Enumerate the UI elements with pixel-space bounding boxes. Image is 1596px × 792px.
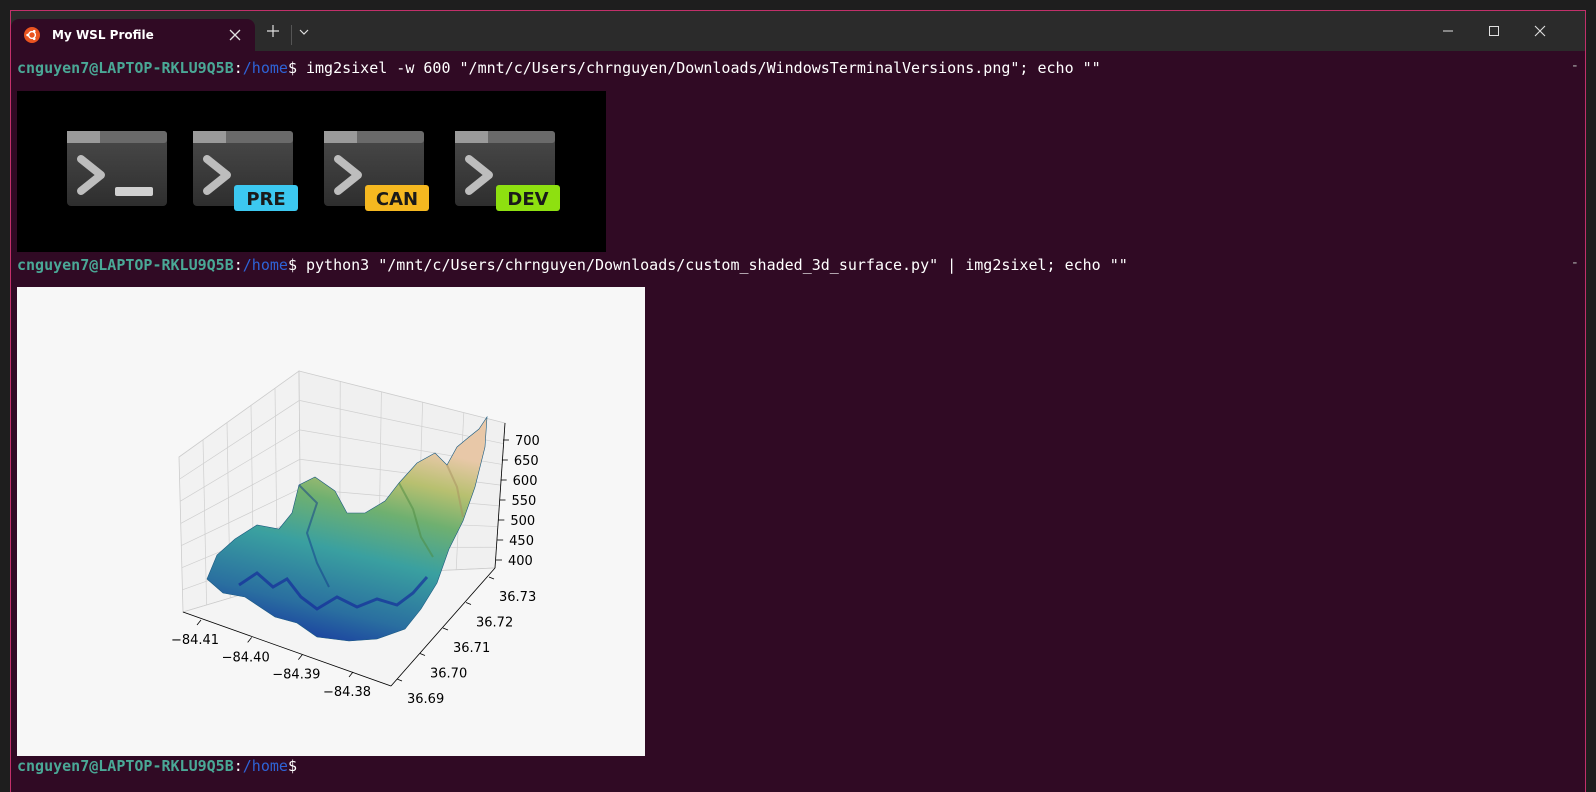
command-text: python3 "/mnt/c/Users/chrnguyen/Download…: [296, 256, 1128, 274]
x-tick-mark: [196, 619, 202, 626]
x-tick-label: −84.40: [222, 650, 270, 665]
x-tick-label: −84.41: [171, 633, 219, 648]
surface-plot-image: −84.41 −84.40 −84.39 −84.38 36.69 36.70 36.71…: [17, 287, 645, 756]
prompt-dollar: $: [287, 757, 297, 775]
badge-dev: DEV: [507, 189, 548, 210]
y-tick-label: 36.71: [453, 641, 490, 656]
tab-my-wsl-profile[interactable]: My WSL Profile: [11, 19, 255, 51]
minimize-button[interactable]: [1425, 11, 1471, 51]
scroll-mark: -: [1570, 255, 1579, 271]
z-tick-label: 550: [512, 494, 537, 509]
prompt-colon: :: [233, 757, 243, 775]
prompt-colon: :: [233, 59, 243, 77]
maximize-button[interactable]: [1471, 11, 1517, 51]
command-line-3: cnguyen7@LAPTOP-RKLU9Q5B:/home$: [17, 756, 297, 776]
y-tick-label: 36.70: [430, 667, 467, 682]
terminal-canary-icon: CAN: [324, 131, 429, 211]
prompt-path: /home: [242, 59, 288, 77]
command-text: img2sixel -w 600 "/mnt/c/Users/chrnguyen…: [296, 59, 1101, 77]
chevron-down-icon[interactable]: [296, 24, 312, 40]
badge-pre: PRE: [246, 189, 285, 210]
prompt-colon: :: [233, 256, 243, 274]
minimize-icon: [1443, 30, 1453, 32]
y-tick-label: 36.73: [499, 590, 536, 605]
prompt-user-host: cnguyen7@LAPTOP-RKLU9Q5B: [17, 59, 234, 77]
terminal-dev-icon: DEV: [455, 131, 560, 211]
z-tick-label: 450: [509, 534, 534, 549]
terminal-app-icon: [67, 131, 167, 206]
new-tab-icon[interactable]: [265, 23, 281, 39]
maximize-icon: [1489, 26, 1499, 36]
y-tick-label: 36.69: [407, 692, 444, 707]
badge-can: CAN: [376, 189, 418, 210]
x-tick-mark: [247, 637, 252, 643]
close-icon: [1534, 25, 1546, 37]
terminal-versions-image: PRE CAN DEV: [17, 91, 606, 252]
tab-title: My WSL Profile: [52, 28, 154, 42]
terminal-content[interactable]: cnguyen7@LAPTOP-RKLU9Q5B:/home$ img2sixe…: [11, 51, 1585, 792]
y-tick-label: 36.72: [476, 616, 513, 631]
x-tick-label: −84.39: [272, 668, 320, 683]
x-tick-mark: [298, 654, 303, 660]
z-tick-label: 500: [510, 514, 535, 529]
prompt-user-host: cnguyen7@LAPTOP-RKLU9Q5B: [17, 256, 234, 274]
title-bar: My WSL Profile: [11, 11, 1585, 51]
z-tick-label: 600: [513, 474, 538, 489]
prompt-path: /home: [242, 256, 288, 274]
y-tick-mark: [465, 602, 472, 605]
prompt-user-host: cnguyen7@LAPTOP-RKLU9Q5B: [17, 757, 234, 775]
close-window-button[interactable]: [1517, 11, 1563, 51]
scroll-mark: -: [1570, 58, 1579, 74]
y-tick-mark: [442, 627, 449, 631]
prompt-dollar: $: [287, 256, 297, 274]
z-tick-label: 700: [515, 434, 540, 449]
terminal-window: My WSL Profile cnguyen7@LAPTOP-RKLU9Q5B:…: [10, 10, 1586, 792]
x-tick-label: −84.38: [323, 685, 371, 700]
y-tick-mark: [488, 576, 495, 580]
command-line-2: cnguyen7@LAPTOP-RKLU9Q5B:/home$ python3 …: [17, 255, 1128, 275]
y-tick-mark: [419, 653, 426, 656]
close-tab-icon[interactable]: [227, 27, 243, 43]
ubuntu-icon: [24, 27, 40, 43]
prompt-dollar: $: [287, 59, 297, 77]
command-line-1: cnguyen7@LAPTOP-RKLU9Q5B:/home$ img2sixe…: [17, 58, 1101, 78]
prompt-path: /home: [242, 757, 288, 775]
tab-separator: [291, 25, 292, 45]
y-tick-mark: [396, 678, 403, 682]
x-tick-mark: [348, 671, 354, 678]
z-tick-label: 400: [508, 554, 533, 569]
z-tick-label: 650: [514, 454, 539, 469]
terminal-preview-icon: PRE: [193, 131, 298, 211]
